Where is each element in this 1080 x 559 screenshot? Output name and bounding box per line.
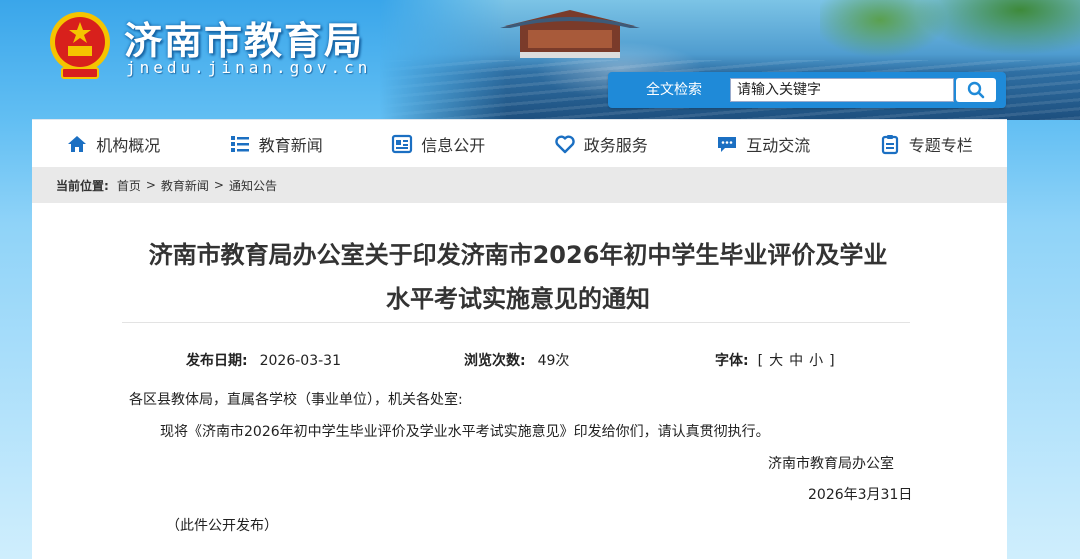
article-public-note: （此件公开发布） (166, 518, 278, 534)
breadcrumb: 当前位置: 首页 > 教育新闻 > 通知公告 (32, 167, 1007, 203)
font-bracket-open: [ (757, 353, 764, 369)
nav-item-special-topics[interactable]: 专题专栏 (845, 120, 1008, 167)
publish-date-value: 2026-03-31 (259, 353, 341, 369)
heart-icon (554, 135, 575, 153)
newspaper-icon (392, 134, 413, 153)
content-panel: 当前位置: 首页 > 教育新闻 > 通知公告 济南市教育局办公室关于印发济南市2… (32, 167, 1007, 559)
breadcrumb-separator: > (213, 178, 224, 192)
article-signature: 济南市教育局办公室 (768, 456, 894, 472)
font-size-switcher: 字体: [ 大中小] (715, 350, 838, 370)
font-size-small-link[interactable]: 小 (809, 353, 823, 369)
nav-item-label: 教育新闻 (258, 135, 323, 155)
clipboard-icon (881, 134, 898, 154)
search-bar: 全文检索 (608, 72, 1006, 108)
nav-item-education-news[interactable]: 教育新闻 (195, 120, 358, 167)
breadcrumb-separator: > (145, 178, 156, 192)
font-size-large-link[interactable]: 大 (769, 353, 783, 369)
nav-item-gov-services[interactable]: 政务服务 (520, 120, 683, 167)
font-bracket-close: ] (829, 353, 835, 369)
nav-item-label: 机构概况 (96, 135, 161, 155)
article-body: 现将《济南市2026年初中学生毕业评价及学业水平考试实施意见》印发给你们，请认真… (160, 424, 770, 440)
article-title-line-1: 济南市教育局办公室关于印发济南市2026年初中学生毕业评价及学业 (148, 241, 888, 269)
national-emblem-icon (50, 12, 110, 79)
nav-item-label: 信息公开 (421, 135, 486, 155)
breadcrumb-label: 当前位置: (56, 178, 109, 193)
publish-date-meta: 发布日期: 2026-03-31 (186, 350, 341, 370)
site-header: 济南市教育局 jnedu.jinan.gov.cn 全文检索 (0, 0, 1080, 120)
article-sign-date: 2026年3月31日 (808, 487, 913, 503)
article-title-line-2: 水平考试实施意见的通知 (386, 285, 650, 313)
title-divider (122, 322, 910, 323)
list-icon (230, 135, 249, 152)
nav-item-label: 互动交流 (746, 135, 811, 155)
breadcrumb-home-link[interactable]: 首页 (117, 177, 141, 194)
views-meta: 浏览次数: 49次 (464, 350, 569, 370)
font-size-label: 字体: (715, 353, 749, 369)
main-nav: 机构概况 教育新闻 信息公开 政务服务 互动交流 专题专栏 (32, 119, 1007, 167)
publish-date-label: 发布日期: (186, 353, 248, 369)
font-size-medium-link[interactable]: 中 (789, 353, 803, 369)
site-domain: jnedu.jinan.gov.cn (126, 58, 372, 77)
chat-icon (718, 136, 737, 152)
site-title: 济南市教育局 (124, 18, 365, 63)
nav-item-interaction[interactable]: 互动交流 (682, 120, 845, 167)
nav-item-organization[interactable]: 机构概况 (32, 120, 195, 167)
search-button[interactable] (956, 78, 996, 102)
article-title: 济南市教育局办公室关于印发济南市2026年初中学生毕业评价及学业 水平考试实施意… (122, 233, 914, 321)
breadcrumb-news-link[interactable]: 教育新闻 (161, 177, 209, 194)
nav-item-info-disclosure[interactable]: 信息公开 (357, 120, 520, 167)
search-input[interactable] (730, 78, 954, 102)
nav-item-label: 政务服务 (583, 135, 648, 155)
views-label: 浏览次数: (464, 353, 526, 369)
breadcrumb-notice-link[interactable]: 通知公告 (229, 177, 277, 194)
search-icon (967, 81, 985, 99)
home-icon (68, 135, 87, 152)
views-value: 49次 (537, 353, 570, 369)
nav-item-label: 专题专栏 (908, 135, 973, 155)
fulltext-search-label: 全文检索 (646, 82, 702, 98)
article-salutation: 各区县教体局，直属各学校（事业单位），机关各处室: (129, 392, 463, 408)
